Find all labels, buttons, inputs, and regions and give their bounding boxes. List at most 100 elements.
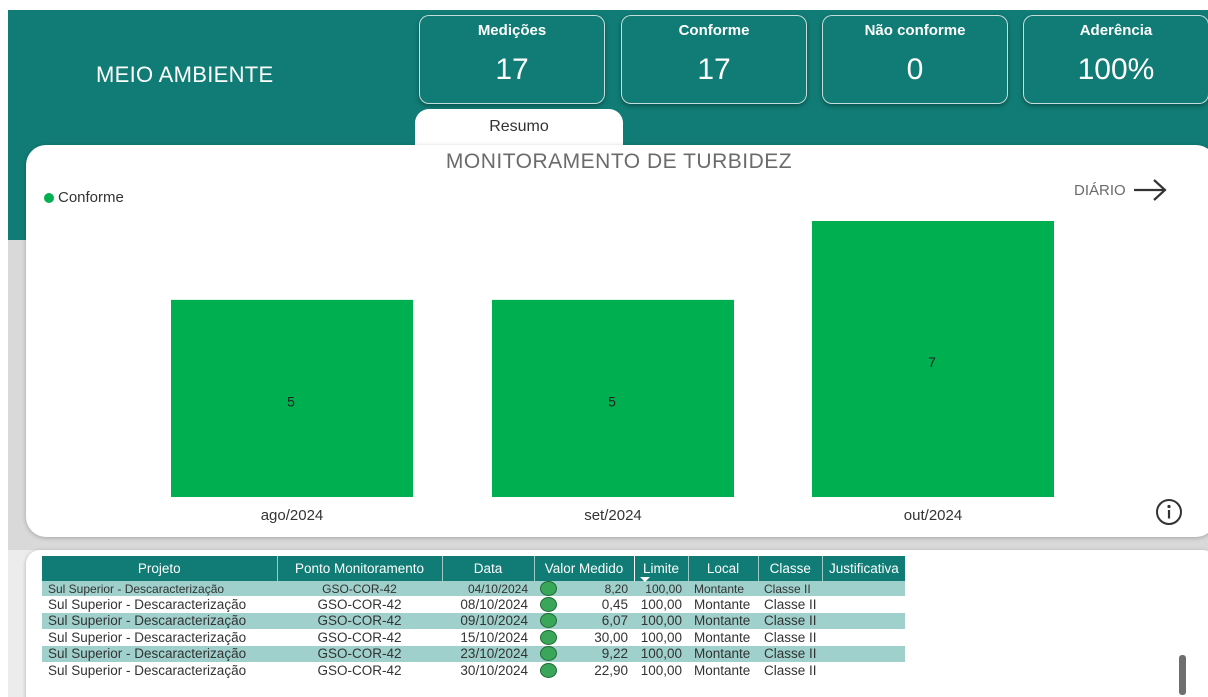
x-tick-label: set/2024 bbox=[584, 507, 642, 524]
kpi-card-conforme: Conforme 17 bbox=[621, 15, 807, 104]
cell-data: 09/10/2024 bbox=[442, 612, 534, 629]
cell-data: 15/10/2024 bbox=[460, 629, 528, 645]
bar-data-label: 5 bbox=[287, 393, 295, 409]
column-header-classe[interactable]: Classe bbox=[758, 556, 824, 581]
x-tick-label: out/2024 bbox=[904, 507, 962, 524]
cell-local: Montante bbox=[688, 581, 758, 596]
sort-descending-icon bbox=[639, 577, 650, 582]
cell-projeto: Sul Superior - Descaracterização bbox=[48, 629, 247, 645]
cell-ponto: GSO-COR-42 bbox=[317, 629, 402, 645]
cell-data: 30/10/2024 bbox=[460, 662, 528, 678]
cell-valor: 0,45 bbox=[534, 596, 634, 613]
valor-text: 9,22 bbox=[601, 646, 628, 662]
cell-justificativa bbox=[822, 612, 906, 629]
measurements-table: Projeto Ponto Monitoramento Data Valor Medi… bbox=[42, 556, 906, 679]
kpi-value: 100% bbox=[1077, 53, 1155, 86]
valor-text: 8,20 bbox=[604, 581, 628, 596]
cell-classe: Classe II bbox=[764, 662, 817, 678]
table-body: Sul Superior - Descaracterização GSO-COR-… bbox=[42, 581, 906, 679]
table-row[interactable]: Sul Superior - Descaracterização GSO-COR-… bbox=[42, 596, 905, 613]
cell-local: Montante bbox=[694, 596, 751, 612]
cell-projeto: Sul Superior - Descaracterização bbox=[48, 596, 247, 612]
table-scrollbar[interactable] bbox=[1179, 655, 1186, 695]
kpi-card-aderencia: Aderência 100% bbox=[1023, 15, 1208, 104]
cell-projeto: Sul Superior - Descaracterização bbox=[42, 612, 277, 629]
x-tick-label: ago/2024 bbox=[261, 507, 324, 524]
kpi-value: 0 bbox=[906, 53, 924, 86]
column-header-valor-medido[interactable]: Valor Medido bbox=[534, 556, 635, 581]
cell-limite: 100,00 bbox=[634, 612, 688, 629]
cell-ponto: GSO-COR-42 bbox=[317, 596, 402, 612]
cell-local: Montante bbox=[688, 612, 758, 629]
cell-justificativa bbox=[822, 581, 906, 596]
cell-limite: 100,00 bbox=[640, 596, 682, 612]
cell-justificativa bbox=[823, 596, 906, 613]
cell-limite: 100,00 bbox=[640, 629, 682, 645]
chart-panel: MONITORAMENTO DE TURBIDEZ Conforme DIÁRI… bbox=[26, 145, 1208, 537]
cell-ponto: GSO-COR-42 bbox=[277, 581, 442, 596]
bar-data-label: 7 bbox=[928, 354, 936, 370]
cell-justificativa bbox=[822, 645, 906, 662]
kpi-label: Conforme bbox=[678, 22, 750, 39]
cell-justificativa bbox=[823, 662, 906, 679]
cell-data: 23/10/2024 bbox=[442, 645, 534, 662]
table-row[interactable]: Sul Superior - Descaracterização GSO-COR-… bbox=[42, 581, 906, 596]
cell-projeto: Sul Superior - Descaracterização bbox=[42, 645, 277, 662]
table-row[interactable]: Sul Superior - Descaracterização GSO-COR-… bbox=[42, 645, 906, 662]
valor-text: 6,07 bbox=[601, 613, 628, 629]
table-header-row: Projeto Ponto Monitoramento Data Valor Medi… bbox=[42, 556, 906, 582]
cell-valor: 8,20 bbox=[534, 581, 634, 596]
column-header-justificativa[interactable]: Justificativa bbox=[822, 556, 906, 581]
table-panel: Projeto Ponto Monitoramento Data Valor Medi… bbox=[26, 550, 1208, 697]
page-title: MEIO AMBIENTE bbox=[96, 62, 274, 87]
status-circle-icon bbox=[540, 596, 557, 612]
cell-limite: 100,00 bbox=[634, 581, 688, 596]
info-icon[interactable] bbox=[1154, 497, 1184, 527]
status-circle-icon bbox=[540, 662, 557, 678]
cell-local: Montante bbox=[688, 645, 758, 662]
cell-valor: 9,22 bbox=[534, 645, 634, 662]
cell-limite: 100,00 bbox=[640, 662, 682, 678]
column-header-limite[interactable]: Limite bbox=[634, 556, 689, 582]
column-header-ponto-monitoramento[interactable]: Ponto Monitoramento bbox=[277, 556, 443, 581]
kpi-label: Não conforme bbox=[864, 22, 966, 39]
status-circle-icon bbox=[540, 646, 557, 662]
column-header-data[interactable]: Data bbox=[442, 556, 535, 581]
kpi-value: 17 bbox=[495, 53, 529, 86]
cell-local: Montante bbox=[694, 629, 751, 645]
status-circle-icon bbox=[540, 629, 557, 645]
cell-valor: 6,07 bbox=[534, 612, 634, 629]
kpi-card-medicoes: Medições 17 bbox=[419, 15, 605, 104]
cell-projeto: Sul Superior - Descaracterização bbox=[42, 581, 277, 596]
cell-local: Montante bbox=[694, 662, 751, 678]
cell-data: 04/10/2024 bbox=[442, 581, 534, 596]
cell-classe: Classe II bbox=[758, 581, 823, 596]
kpi-value: 17 bbox=[697, 53, 731, 86]
cell-valor: 22,90 bbox=[534, 662, 634, 679]
cell-classe: Classe II bbox=[758, 645, 823, 662]
table-row[interactable]: Sul Superior - Descaracterização GSO-COR-… bbox=[42, 629, 905, 646]
cell-classe: Classe II bbox=[764, 629, 817, 645]
valor-text: 22,90 bbox=[594, 662, 628, 678]
kpi-label: Aderência bbox=[1079, 22, 1153, 39]
status-circle-icon bbox=[540, 581, 557, 596]
table-row[interactable]: Sul Superior - Descaracterização GSO-COR-… bbox=[42, 662, 905, 679]
status-circle-icon bbox=[540, 613, 557, 629]
cell-justificativa bbox=[823, 629, 906, 646]
column-header-projeto[interactable]: Projeto bbox=[42, 556, 278, 581]
kpi-card-nao-conforme: Não conforme 0 bbox=[822, 15, 1008, 104]
valor-text: 30,00 bbox=[594, 629, 628, 645]
column-header-local[interactable]: Local bbox=[688, 556, 759, 581]
cell-classe: Classe II bbox=[758, 612, 823, 629]
tab-resumo[interactable]: Resumo bbox=[415, 109, 623, 147]
bar-chart: 5 ago/2024 5 set/2024 7 out/2024 bbox=[171, 221, 1054, 524]
kpi-label: Medições bbox=[477, 22, 547, 39]
cell-ponto: GSO-COR-42 bbox=[317, 662, 402, 678]
bar-data-label: 5 bbox=[608, 393, 616, 409]
cell-ponto: GSO-COR-42 bbox=[277, 612, 442, 629]
cell-projeto: Sul Superior - Descaracterização bbox=[48, 662, 247, 678]
table-row[interactable]: Sul Superior - Descaracterização GSO-COR-… bbox=[42, 612, 906, 629]
cell-valor: 30,00 bbox=[534, 629, 634, 646]
valor-text: 0,45 bbox=[601, 596, 628, 612]
cell-limite: 100,00 bbox=[634, 645, 688, 662]
